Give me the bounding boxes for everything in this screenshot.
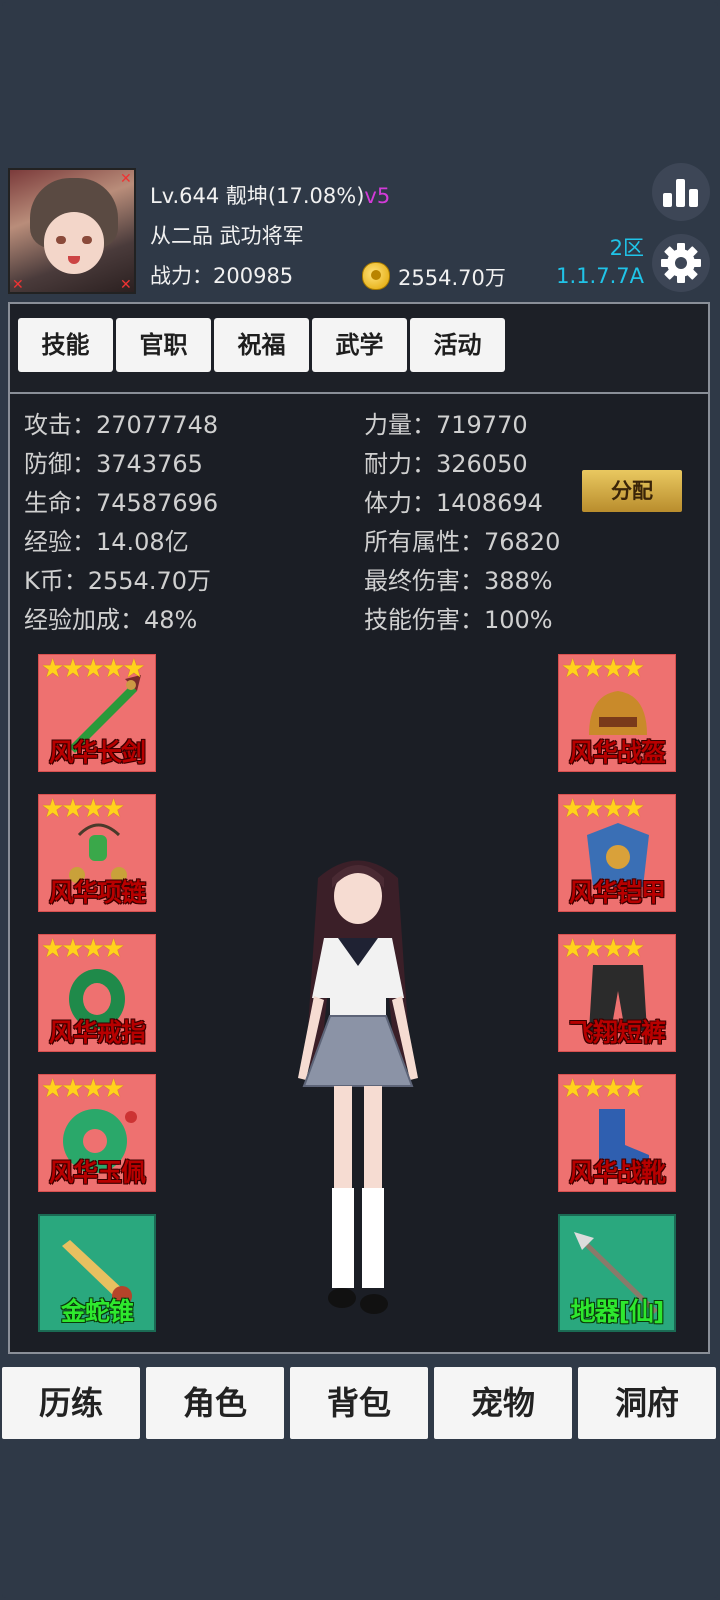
ranking-button[interactable] — [652, 163, 710, 221]
equip-slot-helmet[interactable]: ★★★★ 风华战盔 — [558, 654, 676, 772]
character-model — [298, 860, 418, 1314]
equip-name: 金蛇锥 — [60, 1297, 134, 1326]
stat-exp: 经验：14.08亿 — [24, 528, 189, 556]
tab-activities[interactable]: 活动 — [410, 318, 505, 372]
player-rank: 从二品 武功将军 — [150, 224, 304, 248]
stat-defense: 防御：3743765 — [24, 450, 203, 478]
star-rating: ★★★★ — [561, 654, 645, 684]
equip-name: 风华铠甲 — [568, 878, 666, 907]
avatar-frame-x-icon: ✕ — [120, 171, 132, 187]
equip-slot-pendant[interactable]: ★★★★ 风华玉佩 — [38, 1074, 156, 1192]
equip-name: 风华项链 — [48, 878, 146, 907]
stat-stamina: 体力：1408694 — [364, 489, 543, 517]
player-level-line: Lv.644 靓坤(17.08%)v5 — [150, 180, 390, 210]
allocate-button[interactable]: 分配 — [582, 470, 682, 512]
equip-name: 风华战靴 — [568, 1158, 666, 1187]
star-rating: ★★★★ — [561, 1074, 645, 1104]
star-rating: ★★★★ — [561, 794, 645, 824]
stat-hp: 生命：74587696 — [24, 489, 219, 517]
star-rating: ★★★★ — [41, 934, 125, 964]
stat-skill-damage: 技能伤害：100% — [364, 606, 553, 634]
settings-button[interactable] — [652, 234, 710, 292]
bar-chart-icon — [663, 177, 699, 207]
nav-pets[interactable]: 宠物 — [434, 1367, 572, 1439]
stat-k-coin: K币：2554.70万 — [24, 567, 211, 595]
star-rating: ★★★★ — [561, 934, 645, 964]
tab-skills[interactable]: 技能 — [18, 318, 113, 372]
game-version: 1.1.7.7A — [556, 264, 644, 288]
avatar-frame-x-icon: ✕ — [12, 277, 24, 293]
currency-amount: 2554.70万 — [398, 266, 506, 290]
equip-slot-pants[interactable]: ★★★★ 飞翔短裤 — [558, 934, 676, 1052]
avatar-frame-x-icon: ✕ — [120, 277, 132, 293]
nav-character[interactable]: 角色 — [146, 1367, 284, 1439]
stat-strength: 力量：719770 — [364, 411, 528, 439]
equip-slot-special-left[interactable]: 金蛇锥 — [38, 1214, 156, 1332]
equip-name: 风华玉佩 — [48, 1158, 146, 1187]
equip-name: 地器[仙] — [570, 1297, 665, 1326]
equip-name: 飞翔短裤 — [568, 1018, 666, 1047]
nav-training[interactable]: 历练 — [2, 1367, 140, 1439]
tab-blessing[interactable]: 祝福 — [214, 318, 309, 372]
star-rating: ★★★★★ — [41, 654, 146, 684]
combat-power: 战力：200985 — [150, 264, 294, 288]
equip-name: 风华战盔 — [568, 738, 666, 767]
tab-bar: 技能 官职 祝福 武学 活动 — [10, 304, 708, 394]
equip-slot-necklace[interactable]: ★★★★ 风华项链 — [38, 794, 156, 912]
equip-name: 风华长剑 — [48, 738, 146, 767]
player-level: Lv.644 靓坤(17.08%) — [150, 184, 365, 208]
stat-exp-bonus: 经验加成：48% — [24, 606, 198, 634]
equip-slot-weapon[interactable]: ★★★★★ 风华长剑 — [38, 654, 156, 772]
stat-final-damage: 最终伤害：388% — [364, 567, 553, 595]
coin-icon — [362, 262, 390, 290]
tab-official-rank[interactable]: 官职 — [116, 318, 211, 372]
equip-slot-ring[interactable]: ★★★★ 风华戒指 — [38, 934, 156, 1052]
equip-slot-special-right[interactable]: 地器[仙] — [558, 1214, 676, 1332]
tab-martial-arts[interactable]: 武学 — [312, 318, 407, 372]
star-rating: ★★★★ — [41, 1074, 125, 1104]
gear-icon — [661, 243, 701, 283]
nav-backpack[interactable]: 背包 — [290, 1367, 428, 1439]
server-zone: 2区 — [609, 236, 644, 260]
nav-cave-dwelling[interactable]: 洞府 — [578, 1367, 716, 1439]
equip-slot-boots[interactable]: ★★★★ 风华战靴 — [558, 1074, 676, 1192]
stat-attack: 攻击：27077748 — [24, 411, 219, 439]
vip-badge: v5 — [364, 184, 391, 208]
equip-name: 风华戒指 — [48, 1018, 146, 1047]
player-avatar[interactable]: ✕ ✕ ✕ — [8, 168, 136, 294]
equip-slot-armor[interactable]: ★★★★ 风华铠甲 — [558, 794, 676, 912]
stat-all-attributes: 所有属性：76820 — [364, 528, 561, 556]
star-rating: ★★★★ — [41, 794, 125, 824]
stat-endurance: 耐力：326050 — [364, 450, 528, 478]
